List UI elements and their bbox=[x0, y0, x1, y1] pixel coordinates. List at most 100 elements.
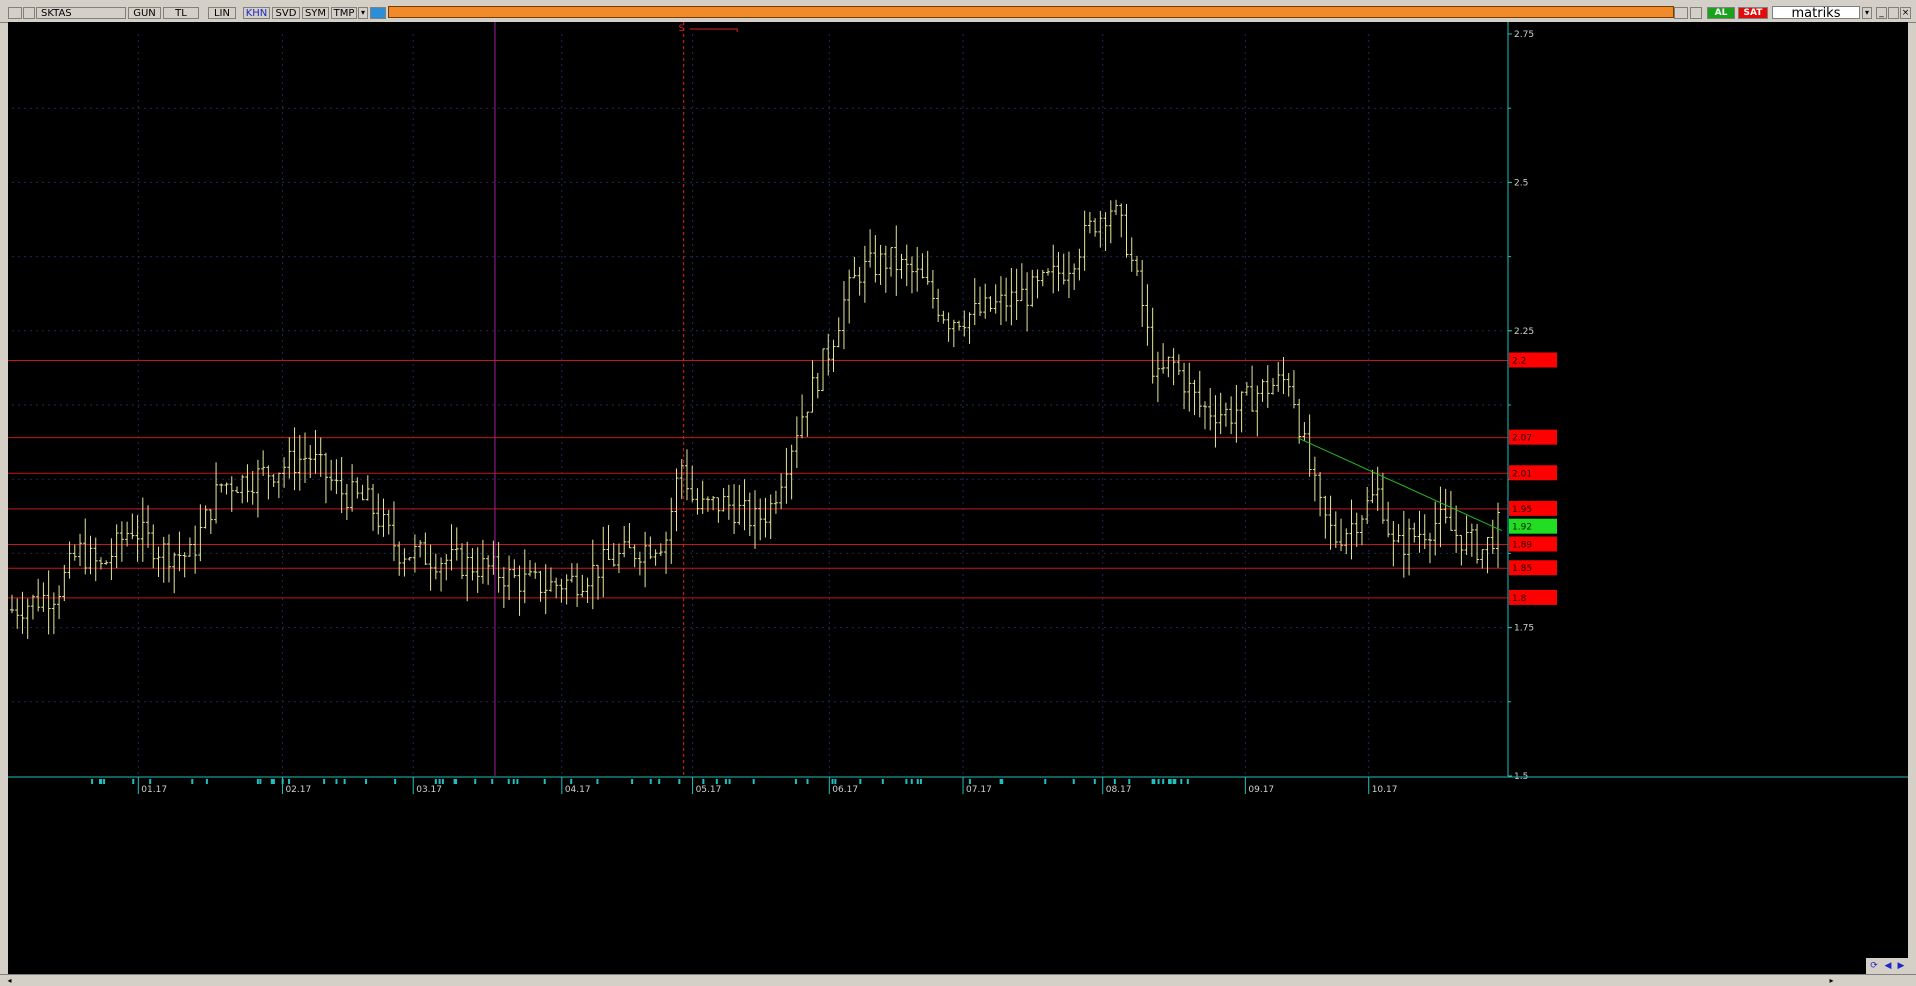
scroll-right-arrow-icon[interactable]: ▸ bbox=[1826, 976, 1837, 985]
event-marker bbox=[205, 779, 208, 784]
event-marker bbox=[394, 779, 397, 784]
window-menu-icon[interactable] bbox=[8, 7, 22, 19]
event-marker bbox=[1157, 779, 1160, 784]
event-marker bbox=[806, 779, 809, 784]
template-button[interactable]: TMP bbox=[331, 7, 357, 19]
sym-button[interactable]: SYM bbox=[302, 7, 329, 19]
symbol-field[interactable]: SKTAS bbox=[36, 7, 126, 19]
event-marker bbox=[343, 779, 346, 784]
time-axis-label: 02.17 bbox=[285, 785, 311, 795]
pencil-icon[interactable] bbox=[1690, 7, 1702, 19]
period-button[interactable]: GUN bbox=[128, 7, 161, 19]
close-icon[interactable]: × bbox=[1900, 7, 1911, 19]
refresh-icon[interactable]: ⟳ bbox=[1868, 960, 1880, 972]
event-marker bbox=[1151, 779, 1154, 784]
sell-button[interactable]: SAT bbox=[1738, 7, 1768, 19]
event-marker bbox=[834, 779, 837, 784]
level-price-tag-label: 2.07 bbox=[1512, 434, 1532, 444]
event-marker bbox=[507, 779, 510, 784]
event-marker bbox=[1093, 779, 1096, 784]
khn-button[interactable]: KHN bbox=[243, 7, 270, 19]
grid-lines bbox=[12, 34, 1504, 776]
flag-icon[interactable] bbox=[23, 7, 35, 19]
time-axis-label: 01.17 bbox=[141, 785, 167, 795]
price-chart-canvas[interactable]: S 1.51.752.252.52.75 2.22.072.011.951.89… bbox=[8, 22, 1908, 974]
level-price-tag-label: 1.95 bbox=[1512, 505, 1532, 515]
event-marker bbox=[678, 779, 681, 784]
price-axis-label: 2.25 bbox=[1514, 327, 1534, 337]
event-marker bbox=[1072, 779, 1075, 784]
scroll-left-arrow-icon[interactable]: ◂ bbox=[4, 976, 15, 985]
level-price-tag-label: 1.89 bbox=[1512, 540, 1532, 550]
event-marker bbox=[658, 779, 661, 784]
event-marker bbox=[728, 779, 731, 784]
trendline bbox=[1297, 437, 1503, 532]
minimize-icon[interactable]: _ bbox=[1876, 7, 1887, 19]
event-marker bbox=[1001, 779, 1004, 784]
horizontal-scrollbar[interactable]: ◂ ▸ bbox=[0, 974, 1916, 986]
event-marker bbox=[596, 779, 599, 784]
event-marker bbox=[259, 779, 262, 784]
event-marker bbox=[288, 779, 291, 784]
event-marker bbox=[702, 779, 705, 784]
event-marker bbox=[1044, 779, 1047, 784]
event-marker bbox=[132, 779, 135, 784]
scroll-left-icon[interactable]: ◀ bbox=[1882, 960, 1894, 972]
scroll-right-icon[interactable]: ▶ bbox=[1895, 960, 1907, 972]
event-marker bbox=[365, 779, 368, 784]
event-marker bbox=[631, 779, 634, 784]
event-marker bbox=[99, 779, 102, 784]
chart-toolbar: SKTAS GUN TL LIN KHN SVD SYM TMP ▾ AL SA… bbox=[0, 0, 1916, 23]
signal-marker-label: S bbox=[679, 24, 685, 34]
level-price-tag-label: 2.2 bbox=[1512, 356, 1526, 366]
event-marker bbox=[103, 779, 106, 784]
event-marker bbox=[859, 779, 862, 784]
event-marker bbox=[1128, 779, 1131, 784]
time-axis-label: 04.17 bbox=[565, 785, 591, 795]
event-marker bbox=[272, 779, 275, 784]
time-axis-label: 06.17 bbox=[832, 785, 858, 795]
current-price-tag-label: 1.92 bbox=[1512, 523, 1532, 533]
brand-dropdown-icon[interactable]: ▾ bbox=[1862, 7, 1872, 19]
buy-button[interactable]: AL bbox=[1707, 7, 1735, 19]
time-axis-label: 03.17 bbox=[416, 785, 442, 795]
time-axis-label: 09.17 bbox=[1248, 785, 1274, 795]
time-axis-label: 07.17 bbox=[966, 785, 992, 795]
level-price-tag-label: 1.85 bbox=[1512, 564, 1532, 574]
twitter-icon[interactable] bbox=[370, 7, 386, 19]
time-axis-label: 05.17 bbox=[696, 785, 722, 795]
event-marker bbox=[441, 779, 444, 784]
dropdown-chevron-icon[interactable]: ▾ bbox=[358, 7, 368, 19]
level-price-tag-label: 1.8 bbox=[1512, 594, 1527, 604]
svd-button[interactable]: SVD bbox=[272, 7, 300, 19]
price-axis-label: 2.5 bbox=[1514, 178, 1528, 188]
event-marker bbox=[724, 779, 727, 784]
time-axis: 01.17 02.17 03.17 04.17 05.17 06.17 07.17 08.17… bbox=[8, 776, 1908, 795]
time-axis-label: 10.17 bbox=[1372, 785, 1398, 795]
signal-marker-bracket bbox=[689, 28, 738, 32]
restore-icon[interactable] bbox=[1888, 7, 1899, 19]
event-marker bbox=[1186, 779, 1189, 784]
event-marker bbox=[1169, 779, 1172, 784]
event-marker bbox=[491, 779, 494, 784]
settings-icon[interactable] bbox=[1674, 7, 1688, 19]
event-marker bbox=[1113, 779, 1116, 784]
event-marker bbox=[191, 779, 194, 784]
event-marker bbox=[570, 779, 573, 784]
ohlc-bars bbox=[10, 199, 1500, 639]
event-marker bbox=[916, 779, 919, 784]
event-marker bbox=[516, 779, 519, 784]
toolbar-accent-bar bbox=[388, 6, 1674, 18]
event-marker bbox=[794, 779, 797, 784]
event-marker bbox=[905, 779, 908, 784]
event-marker bbox=[752, 779, 755, 784]
event-marker bbox=[910, 779, 913, 784]
price-tags: 2.2 2.07 2.01 1.95 1.89 1.85 1.8 1.92 bbox=[1509, 352, 1557, 605]
event-marker bbox=[919, 779, 922, 784]
event-marker bbox=[149, 779, 152, 784]
linear-scale-button[interactable]: LIN bbox=[208, 7, 236, 19]
chart-overlays[interactable]: S bbox=[494, 22, 1503, 776]
event-marker bbox=[1162, 779, 1165, 784]
price-chart[interactable]: S 1.5 1.75 2.25 2.5 2.75 2.2 2.07 2.01 1.95 1.89… bbox=[8, 22, 1908, 974]
currency-button[interactable]: TL bbox=[163, 7, 199, 19]
